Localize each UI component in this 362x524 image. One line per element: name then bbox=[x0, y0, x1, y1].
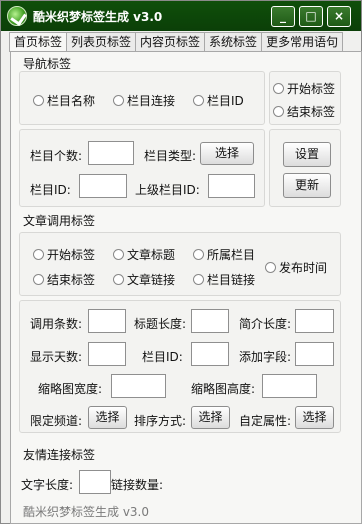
minimize-button[interactable]: _ bbox=[271, 6, 295, 27]
radio-article-column[interactable]: 所属栏目 bbox=[193, 246, 255, 263]
radio-column-link[interactable]: 栏目连接 bbox=[113, 92, 175, 109]
app-logo-icon bbox=[7, 6, 27, 26]
call-count-label: 调用条数: bbox=[30, 317, 83, 331]
call-count-input[interactable] bbox=[88, 309, 126, 333]
tab-content[interactable]: 内容页标签 bbox=[135, 32, 206, 51]
radio-publish-time[interactable]: 发布时间 bbox=[265, 259, 327, 276]
radio-article-end[interactable]: 结束标签 bbox=[33, 271, 95, 288]
nav-section-title: 导航标签 bbox=[23, 57, 72, 71]
text-length-label: 文字长度: bbox=[21, 478, 74, 492]
channel-limit-label: 限定频道: bbox=[30, 414, 83, 428]
thumb-height-input[interactable] bbox=[262, 374, 317, 398]
channel-limit-select-button[interactable]: 选择 bbox=[88, 406, 127, 429]
thumb-width-label: 缩略图宽度: bbox=[38, 382, 103, 396]
sort-by-label: 排序方式: bbox=[134, 414, 187, 428]
parent-column-id-label: 上级栏目ID: bbox=[135, 183, 200, 197]
radio-end-tag[interactable]: 结束标签 bbox=[273, 103, 335, 120]
parent-column-id-input[interactable] bbox=[208, 174, 255, 198]
radio-article-title[interactable]: 文章标题 bbox=[113, 246, 175, 263]
column-type-label: 栏目类型: bbox=[144, 149, 197, 163]
add-field-label: 添加字段: bbox=[239, 350, 292, 364]
add-field-input[interactable] bbox=[295, 342, 334, 366]
thumb-height-label: 缩略图高度: bbox=[191, 382, 256, 396]
column-count-input[interactable] bbox=[88, 141, 134, 165]
close-button[interactable]: × bbox=[327, 6, 351, 27]
thumb-width-input[interactable] bbox=[111, 374, 166, 398]
column-type-select-button[interactable]: 选择 bbox=[200, 142, 254, 165]
tab-system[interactable]: 系统标签 bbox=[204, 32, 263, 51]
custom-attr-select-button[interactable]: 选择 bbox=[295, 406, 334, 429]
links-section-title: 友情连接标签 bbox=[23, 448, 96, 462]
radio-article-link[interactable]: 文章链接 bbox=[113, 271, 175, 288]
update-button[interactable]: 更新 bbox=[283, 173, 331, 198]
radio-column-name[interactable]: 栏目名称 bbox=[33, 92, 95, 109]
summary-length-label: 简介长度: bbox=[239, 317, 292, 331]
radio-column-link[interactable]: 栏目链接 bbox=[193, 271, 255, 288]
title-length-input[interactable] bbox=[191, 309, 229, 333]
article-section-title: 文章调用标签 bbox=[23, 214, 96, 228]
title-length-label: 标题长度: bbox=[134, 317, 187, 331]
summary-length-input[interactable] bbox=[295, 309, 334, 333]
display-days-input[interactable] bbox=[88, 342, 126, 366]
display-days-label: 显示天数: bbox=[30, 350, 83, 364]
title-bar: 酷米织梦标签生成 v3.0 _ □ × bbox=[1, 1, 361, 31]
radio-start-tag[interactable]: 开始标签 bbox=[273, 80, 335, 97]
link-count-label: 链接数量: bbox=[111, 478, 164, 492]
radio-column-id[interactable]: 栏目ID bbox=[193, 92, 244, 109]
tab-list[interactable]: 列表页标签 bbox=[66, 32, 137, 51]
tab-home[interactable]: 首页标签 bbox=[9, 32, 68, 52]
radio-article-start[interactable]: 开始标签 bbox=[33, 246, 95, 263]
article-column-id-input[interactable] bbox=[191, 342, 229, 366]
tab-strip: 首页标签 列表页标签 内容页标签 系统标签 更多常用语句 bbox=[9, 32, 344, 52]
column-id-input[interactable] bbox=[79, 174, 127, 198]
column-id-label: 栏目ID: bbox=[30, 183, 71, 197]
settings-button[interactable]: 设置 bbox=[283, 142, 331, 167]
footer-text: 酷米织梦标签生成 v3.0 bbox=[23, 505, 150, 519]
app-window: 酷米织梦标签生成 v3.0 _ □ × 首页标签 列表页标签 内容页标签 系统标… bbox=[0, 0, 362, 524]
maximize-button[interactable]: □ bbox=[299, 6, 323, 27]
tab-more[interactable]: 更多常用语句 bbox=[261, 32, 344, 51]
window-title: 酷米织梦标签生成 v3.0 bbox=[33, 10, 163, 24]
article-column-id-label: 栏目ID: bbox=[142, 350, 183, 364]
text-length-input[interactable] bbox=[79, 470, 111, 494]
custom-attr-label: 自定属性: bbox=[239, 414, 292, 428]
column-count-label: 栏目个数: bbox=[30, 149, 83, 163]
sort-by-select-button[interactable]: 选择 bbox=[191, 406, 230, 429]
